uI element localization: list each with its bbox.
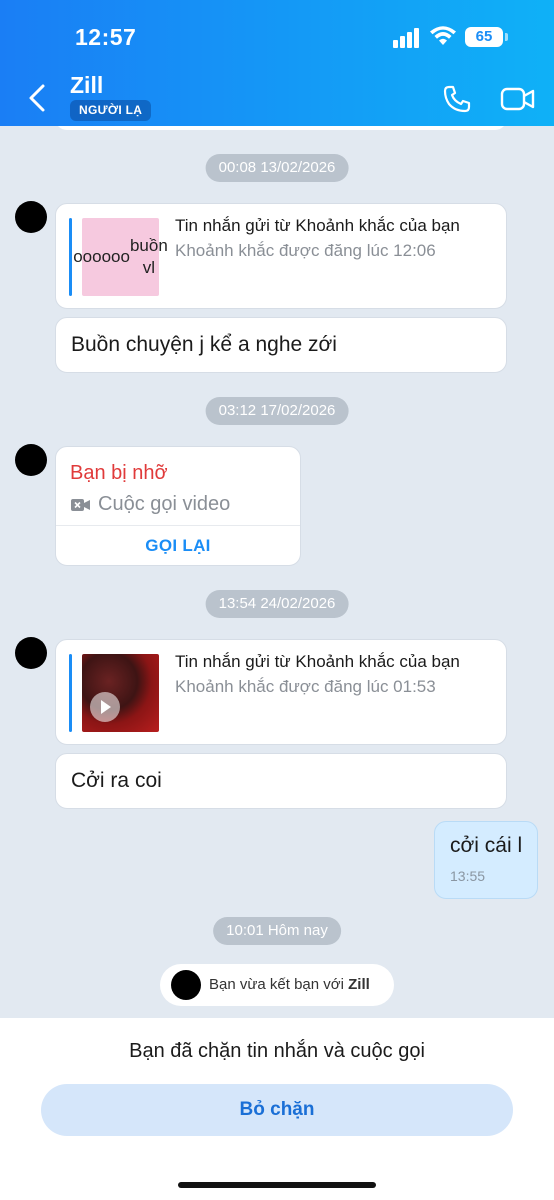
moment-thumbnail[interactable]: oooooo buồn vl [73,218,168,296]
wifi-icon [430,26,456,45]
message-time: 13:55 [450,868,486,884]
moment-subtitle: Khoảnh khắc được đăng lúc 01:53 [175,677,436,696]
moment-reply-card[interactable]: Tin nhắn gửi từ Khoảnh khắc của bạn Khoả… [55,639,507,745]
missed-call-card[interactable]: Bạn bị nhỡ Cuộc gọi video GỌI LẠI [55,446,301,566]
moment-title: Tin nhắn gửi từ Khoảnh khắc của bạn [175,652,460,671]
stranger-badge: NGƯỜI LẠ [70,100,152,121]
moment-subtitle: Khoảnh khắc được đăng lúc 12:06 [175,241,436,260]
outgoing-message[interactable]: cởi cái l 13:55 [434,821,538,899]
status-time: 12:57 [75,24,137,50]
home-indicator[interactable] [178,1182,376,1188]
message-text: cởi cái l [450,834,523,857]
phone-call-icon[interactable] [442,84,472,114]
chat-header: 12:57 65 Zill NGƯỜI LẠ [0,0,554,126]
missed-call-type: Cuộc gọi video [98,493,231,515]
previous-message-bubble[interactable] [55,126,507,130]
moment-reply-card[interactable]: oooooo buồn vl Tin nhắn gửi từ Khoảnh khắ… [55,203,507,309]
timestamp-divider: 13:54 24/02/2026 [205,590,349,618]
moment-video-thumbnail[interactable] [82,654,159,732]
friend-name: Zill [348,976,370,993]
avatar[interactable] [15,201,47,233]
message-list[interactable]: 00:08 13/02/2026 oooooo buồn vl Tin nhắn … [0,126,554,1018]
message-text: Buồn chuyện j kể a nghe zới [71,333,337,356]
moment-title: Tin nhắn gửi từ Khoảnh khắc của bạn [175,216,460,235]
incoming-message[interactable]: Buồn chuyện j kể a nghe zới [55,317,507,373]
contact-name[interactable]: Zill [70,72,103,99]
avatar[interactable] [15,637,47,669]
friend-added-notice: Bạn vừa kết bạn với Zill [160,964,394,1006]
timestamp-divider: 00:08 13/02/2026 [205,154,349,182]
back-arrow-icon[interactable] [24,82,52,114]
incoming-message[interactable]: Cởi ra coi [55,753,507,809]
friend-notice-text: Bạn vừa kết bạn với Zill [209,976,370,993]
avatar[interactable] [171,970,201,1000]
blocked-message: Bạn đã chặn tin nhắn và cuộc gọi [129,1040,425,1062]
call-back-button[interactable]: GỌI LẠI [56,526,300,566]
avatar[interactable] [15,444,47,476]
timestamp-divider: 03:12 17/02/2026 [205,397,349,425]
status-bar: 12:57 65 [0,0,554,70]
play-icon[interactable] [90,692,120,722]
battery-indicator: 65 [465,27,508,47]
unblock-button[interactable]: Bỏ chặn [41,1084,513,1136]
blocked-panel: Bạn đã chặn tin nhắn và cuộc gọi Bỏ chặn [0,1018,554,1200]
missed-call-title: Bạn bị nhỡ [70,462,168,484]
timestamp-divider: 10:01 Hôm nay [213,917,341,945]
cellular-signal-icon [393,28,421,48]
quote-bar [69,654,72,732]
video-call-icon[interactable] [500,85,536,113]
message-text: Cởi ra coi [71,769,162,792]
quote-bar [69,218,72,296]
